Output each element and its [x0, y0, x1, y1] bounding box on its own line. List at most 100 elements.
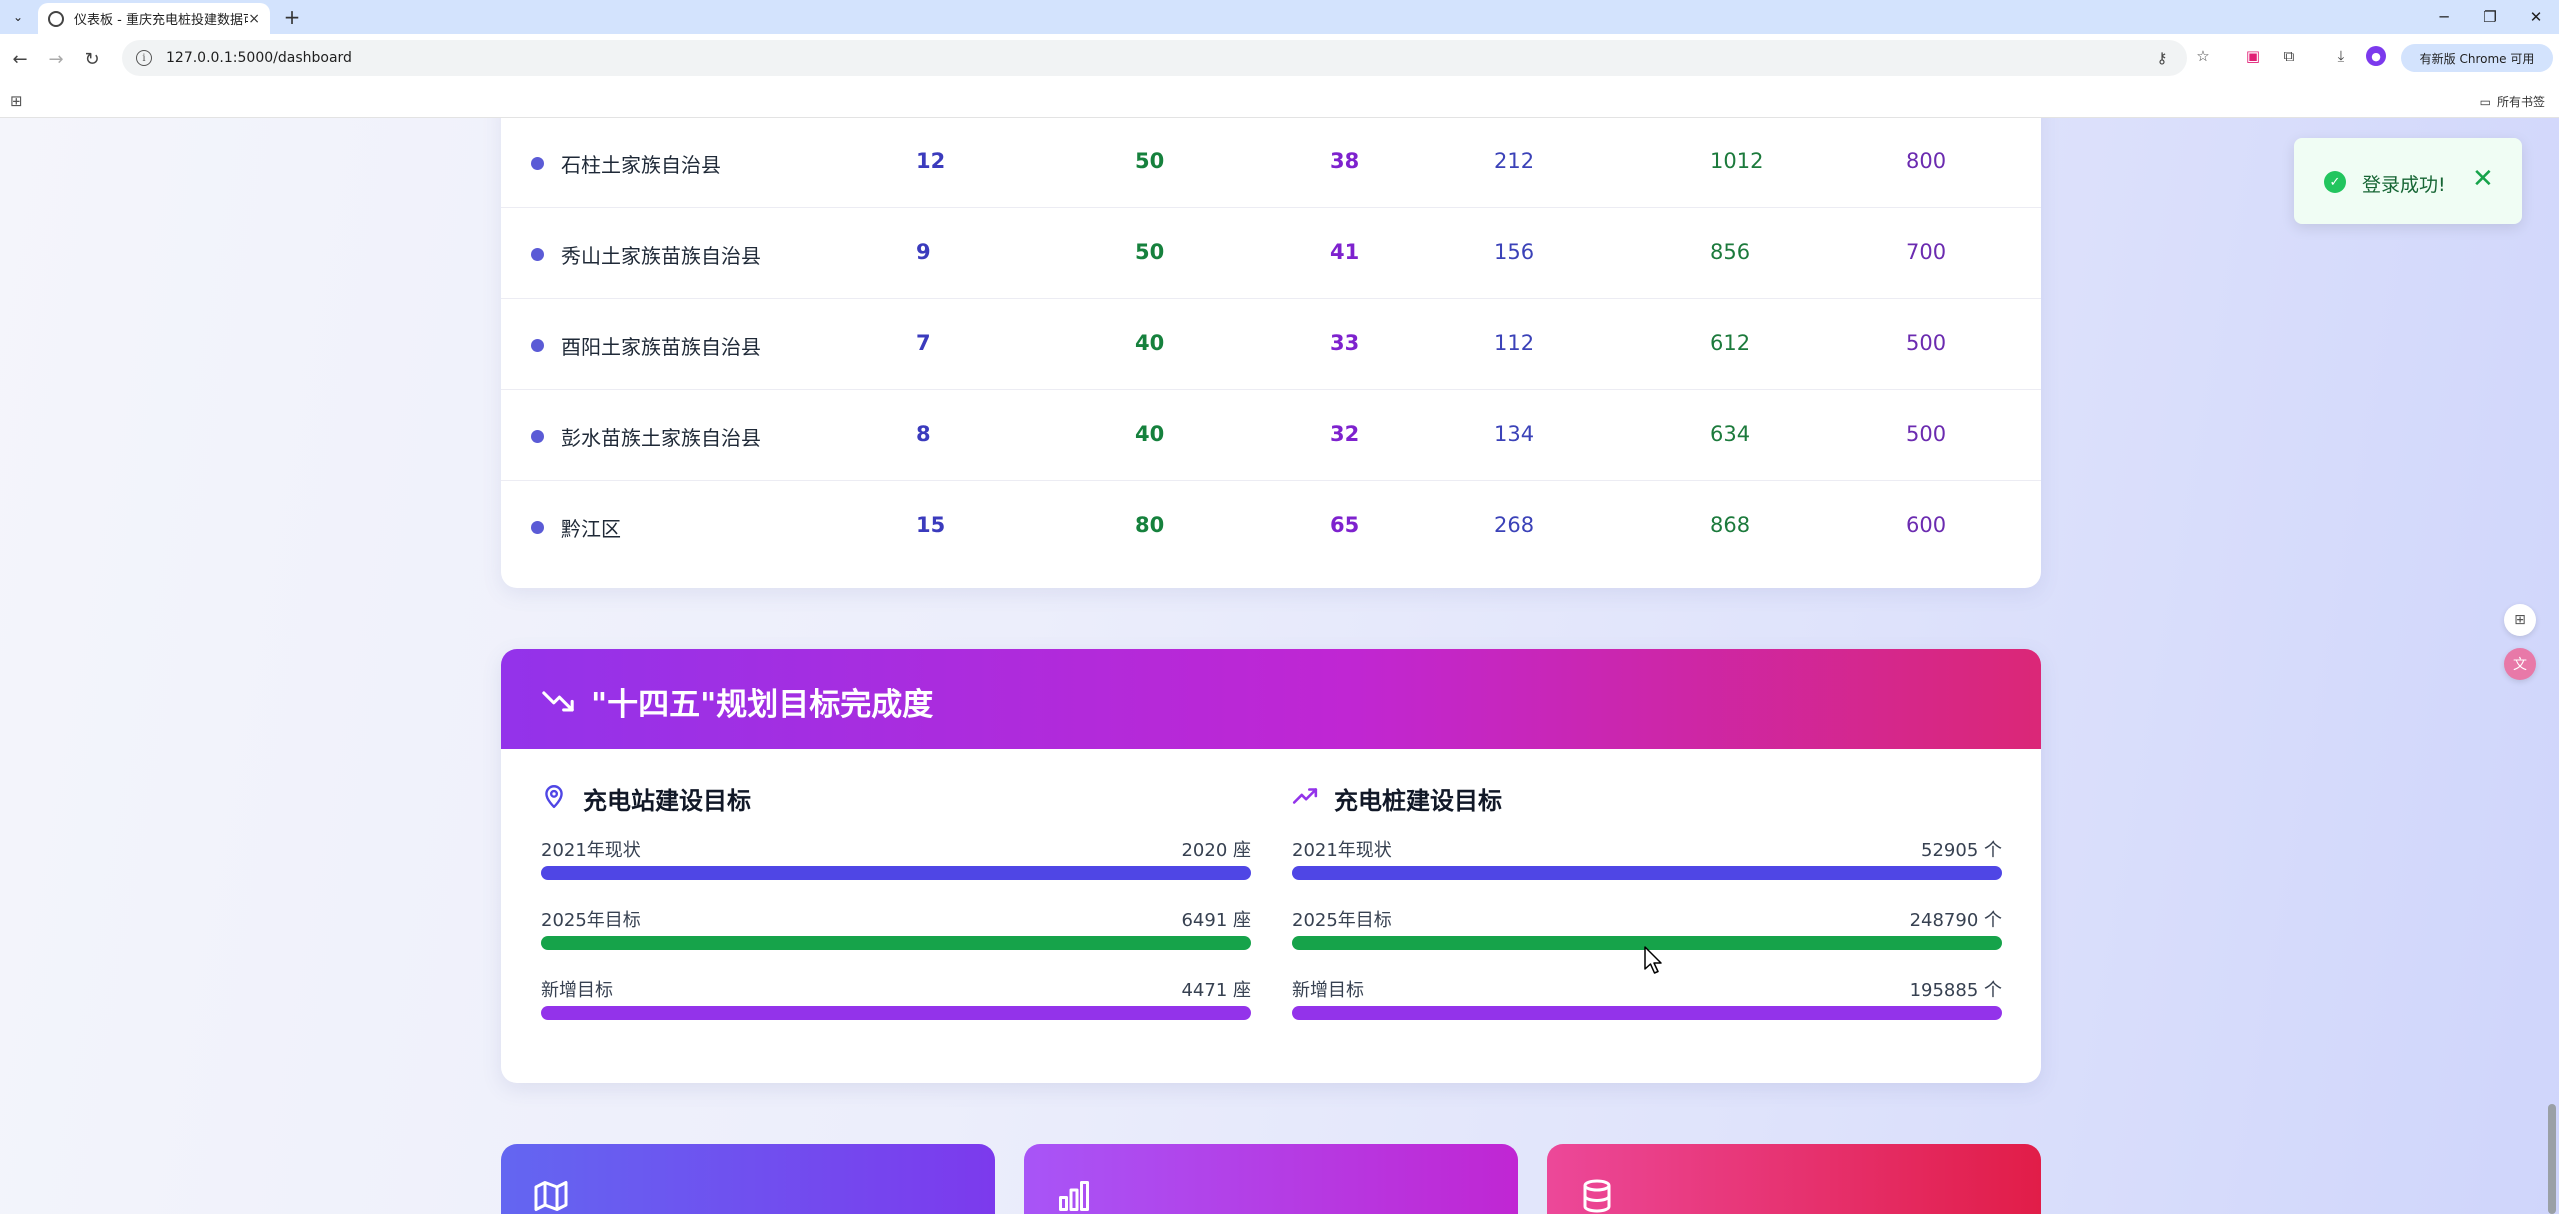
folder-icon: ▭ [2479, 94, 2491, 109]
apps-grid-icon[interactable]: ⊞ [10, 92, 23, 110]
table-row: 彭水苗族土家族自治县 8 40 32 134 634 500 [501, 389, 2041, 480]
trending-up-icon [1292, 788, 1318, 804]
url-text[interactable]: 127.0.0.1:5000/dashboard [166, 50, 352, 66]
address-bar[interactable]: i 127.0.0.1:5000/dashboard ⚷ [122, 40, 2187, 76]
goal-value: 248790 个 [1909, 910, 2002, 931]
new-tab-button[interactable]: + [280, 5, 304, 29]
table-row: 石柱土家族自治县 12 50 38 212 1012 800 [501, 118, 2041, 207]
table-cell-c3: 65 [1330, 513, 1360, 537]
extensions-puzzle-icon[interactable]: ⧉ [2278, 45, 2300, 67]
feature-card-chart[interactable] [1024, 1144, 1518, 1214]
goal-progress-bar [1292, 1006, 2002, 1020]
table-cell-c2: 50 [1135, 240, 1165, 264]
site-info-icon[interactable]: i [136, 50, 152, 66]
goal-label: 新增目标 [541, 980, 613, 1001]
pile-goal-title: 充电桩建设目标 [1334, 787, 1502, 815]
toast-close-icon[interactable]: ✕ [2472, 164, 2494, 194]
table-cell-c6: 500 [1906, 422, 1947, 446]
goal-label: 2021年现状 [541, 840, 641, 861]
table-cell-c1: 12 [916, 149, 946, 173]
forward-arrow-icon[interactable]: → [42, 45, 70, 73]
map-pin-icon [545, 785, 563, 809]
district-dot-icon [531, 157, 544, 170]
district-name: 石柱土家族自治县 [561, 153, 721, 177]
table-cell-c6: 800 [1906, 149, 1947, 173]
district-dot-icon [531, 430, 544, 443]
feature-card-database[interactable] [1547, 1144, 2041, 1214]
table-cell-c4: 112 [1494, 331, 1535, 355]
table-cell-c6: 700 [1906, 240, 1947, 264]
table-cell-c1: 15 [916, 513, 946, 537]
table-cell-c4: 134 [1494, 422, 1535, 446]
goal-label: 2021年现状 [1292, 840, 1392, 861]
goal-progress-item: 2025年目标 6491 座 [541, 906, 1251, 966]
side-apps-icon[interactable]: ⊞ [2504, 604, 2536, 636]
feature-card-map[interactable] [501, 1144, 995, 1214]
table-cell-c5: 634 [1710, 422, 1751, 446]
table-cell-c1: 8 [916, 422, 931, 446]
goal-value: 195885 个 [1909, 980, 2002, 1001]
table-cell-c3: 38 [1330, 149, 1360, 173]
goal-card-title: "十四五"规划目标完成度 [591, 687, 934, 723]
table-row: 黔江区 15 80 65 268 868 600 [501, 480, 2041, 571]
table-cell-c2: 80 [1135, 513, 1165, 537]
password-key-icon[interactable]: ⚷ [2152, 48, 2172, 68]
browser-tab-dashboard[interactable]: 仪表板 - 重庆充电桩投建数据可视化 × [38, 3, 270, 34]
chrome-update-button[interactable]: 有新版 Chrome 可用 [2401, 44, 2553, 72]
window-minimize-button[interactable]: ─ [2421, 4, 2467, 30]
table-cell-c3: 32 [1330, 422, 1360, 446]
table-cell-c5: 1012 [1710, 149, 1764, 173]
table-cell-c2: 40 [1135, 331, 1165, 355]
table-cell-c4: 156 [1494, 240, 1535, 264]
side-translate-icon[interactable]: 文 [2504, 648, 2536, 680]
goal-progress-item: 新增目标 4471 座 [541, 976, 1251, 1036]
globe-icon [48, 10, 64, 27]
extension-icon[interactable]: ▣ [2242, 45, 2264, 67]
goal-progress-item: 2021年现状 2020 座 [541, 836, 1251, 896]
reload-icon[interactable]: ↻ [78, 45, 106, 73]
page-scrollbar[interactable] [2545, 118, 2559, 1214]
table-cell-c3: 33 [1330, 331, 1360, 355]
window-restore-button[interactable]: ❐ [2467, 4, 2513, 30]
table-cell-c1: 7 [916, 331, 931, 355]
database-icon [1583, 1179, 1611, 1213]
table-cell-c5: 856 [1710, 240, 1751, 264]
tab-search-chevron-icon[interactable]: ⌄ [6, 5, 30, 29]
back-arrow-icon[interactable]: ← [6, 45, 34, 73]
goal-progress-bar [541, 936, 1251, 950]
goal-progress-bar [541, 1006, 1251, 1020]
goal-progress-item: 2021年现状 52905 个 [1292, 836, 2002, 896]
profile-avatar[interactable]: ● [2366, 46, 2386, 66]
district-name: 彭水苗族土家族自治县 [561, 426, 761, 450]
goal-value: 52905 个 [1921, 840, 2002, 861]
check-circle-icon: ✓ [2324, 171, 2346, 193]
table-cell-c5: 612 [1710, 331, 1751, 355]
goal-value: 2020 座 [1181, 840, 1251, 861]
goal-progress-bar [1292, 866, 2002, 880]
trending-down-icon [542, 691, 574, 712]
district-dot-icon [531, 521, 544, 534]
goal-progress-bar [541, 866, 1251, 880]
table-cell-c6: 600 [1906, 513, 1947, 537]
district-name: 秀山土家族苗族自治县 [561, 244, 761, 268]
district-dot-icon [531, 248, 544, 261]
goal-label: 2025年目标 [541, 910, 641, 931]
bookmark-star-icon[interactable] [2312, 48, 2332, 68]
all-bookmarks-button[interactable]: ▭ 所有书签 [2480, 93, 2545, 110]
table-row: 秀山土家族苗族自治县 9 50 41 156 856 700 [501, 207, 2041, 298]
window-close-button[interactable]: ✕ [2513, 4, 2559, 30]
table-row: 酉阳土家族苗族自治县 7 40 33 112 612 500 [501, 298, 2041, 389]
goal-progress-item: 新增目标 195885 个 [1292, 976, 2002, 1036]
goal-label: 2025年目标 [1292, 910, 1392, 931]
goal-card-header: "十四五"规划目标完成度 [501, 649, 2041, 749]
table-cell-c4: 212 [1494, 149, 1535, 173]
scrollbar-thumb[interactable] [2548, 1104, 2556, 1214]
bookmark-star-icon[interactable]: ☆ [2192, 45, 2214, 67]
table-cell-c3: 41 [1330, 240, 1360, 264]
login-success-toast: ✓ 登录成功! ✕ [2294, 138, 2522, 224]
tab-close-icon[interactable]: × [248, 11, 260, 27]
district-name: 黔江区 [561, 517, 621, 541]
table-cell-c1: 9 [916, 240, 931, 264]
download-icon[interactable]: ⤓ [2330, 45, 2352, 67]
tab-title: 仪表板 - 重庆充电桩投建数据可视化 [74, 13, 248, 28]
